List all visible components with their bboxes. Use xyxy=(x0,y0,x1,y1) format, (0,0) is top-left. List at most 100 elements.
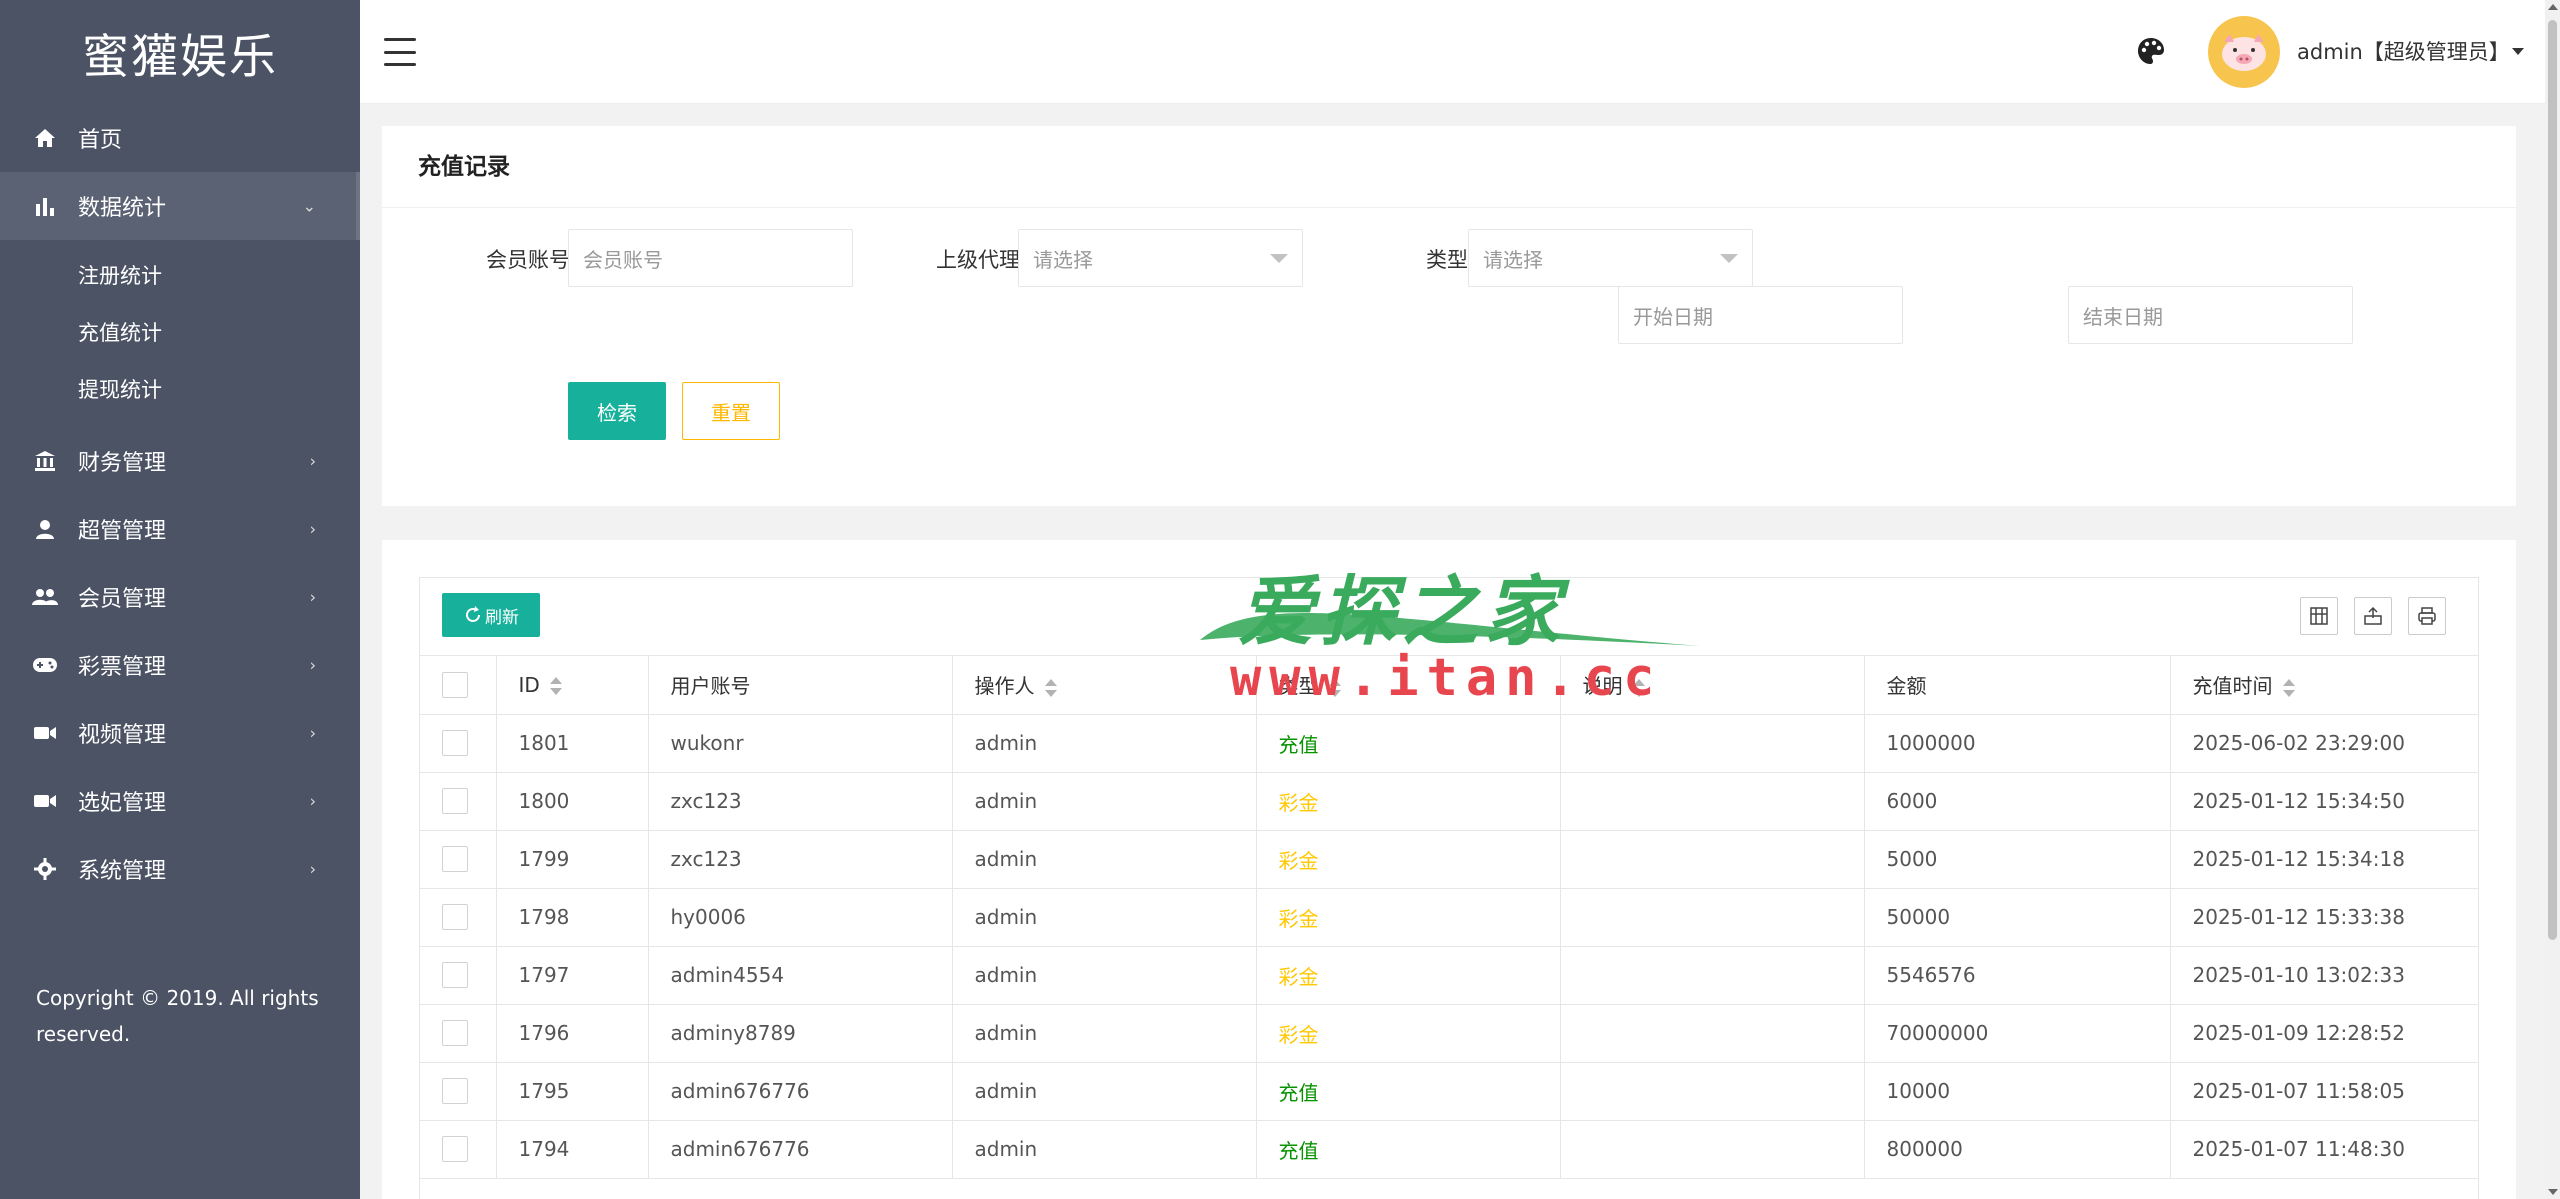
search-button[interactable]: 检索 xyxy=(568,382,666,440)
menu-toggle-icon[interactable] xyxy=(384,38,416,66)
records-table-card: 刷新 ID 用户账号 操作人 类型 说明 金额 充值时间 1801 wukonr… xyxy=(382,540,2516,1199)
table-row[interactable]: 1795 admin676776 admin 充值 10000 2025-01-07 11… xyxy=(420,1062,2478,1121)
col-operator[interactable]: 操作人 xyxy=(952,656,1257,715)
records-grid: ID 用户账号 操作人 类型 说明 金额 充值时间 1801 wukonr admi… xyxy=(420,656,2478,1179)
video-icon xyxy=(32,788,58,814)
sidebar-item-super-admin[interactable]: 超管管理 › xyxy=(0,495,360,563)
sidebar-subitem-withdraw-stats[interactable]: 提现统计 xyxy=(0,360,360,417)
sidebar-item-finance[interactable]: 财务管理 › xyxy=(0,427,360,495)
cell-type: 充值 xyxy=(1256,714,1561,773)
cell-id: 1795 xyxy=(496,1062,649,1121)
cell-note xyxy=(1560,888,1865,947)
table-row[interactable]: 1794 admin676776 admin 充值 800000 2025-01-07 1… xyxy=(420,1120,2478,1179)
scrollbar-thumb[interactable] xyxy=(2548,20,2557,940)
row-checkbox[interactable] xyxy=(442,846,468,873)
cell-account: admin4554 xyxy=(648,946,953,1005)
sidebar-subitem-register-stats[interactable]: 注册统计 xyxy=(0,246,360,303)
chevron-down-icon: ⌄ xyxy=(302,196,316,216)
cell-account: admin676776 xyxy=(648,1120,953,1179)
cell-note xyxy=(1560,772,1865,831)
cell-account: hy0006 xyxy=(648,888,953,947)
type-label: 类型 xyxy=(1426,248,1468,272)
agent-select[interactable]: 请选择 xyxy=(1018,229,1303,287)
sort-icon[interactable] xyxy=(549,676,562,696)
bar-chart-icon xyxy=(32,193,58,219)
print-icon[interactable] xyxy=(2408,597,2446,635)
table-row[interactable]: 1799 zxc123 admin 彩金 5000 2025-01-12 15:34:18 xyxy=(420,830,2478,889)
table-toolbar: 刷新 xyxy=(420,578,2478,656)
sidebar-submenu: 注册统计 充值统计 提现统计 xyxy=(0,240,360,427)
cell-time: 2025-01-12 15:34:50 xyxy=(2170,772,2478,831)
row-checkbox[interactable] xyxy=(442,1136,468,1163)
gamepad-icon xyxy=(32,652,58,678)
sidebar-item-label: 超管管理 xyxy=(78,519,167,544)
row-checkbox[interactable] xyxy=(442,730,468,757)
cell-id: 1794 xyxy=(496,1120,649,1179)
cell-operator: admin xyxy=(952,1062,1257,1121)
sort-icon[interactable] xyxy=(1632,678,1645,698)
row-checkbox[interactable] xyxy=(442,1078,468,1105)
col-id[interactable]: ID xyxy=(496,656,649,715)
cell-note xyxy=(1560,1062,1865,1121)
table-row[interactable]: 1796 adminy8789 admin 彩金 70000000 2025-01-09 … xyxy=(420,1004,2478,1063)
cell-time: 2025-06-02 23:29:00 xyxy=(2170,714,2478,773)
cell-operator: admin xyxy=(952,714,1257,773)
sort-icon[interactable] xyxy=(1328,678,1341,698)
cell-amount: 5546576 xyxy=(1864,946,2171,1005)
end-date-input[interactable]: 结束日期 xyxy=(2068,286,2353,344)
type-select[interactable]: 请选择 xyxy=(1468,229,1753,287)
row-checkbox[interactable] xyxy=(442,788,468,815)
sidebar-subitem-recharge-stats[interactable]: 充值统计 xyxy=(0,303,360,360)
select-all-checkbox[interactable] xyxy=(442,672,468,698)
refresh-button[interactable]: 刷新 xyxy=(442,593,540,637)
cell-note xyxy=(1560,714,1865,773)
sidebar-item-data-stats[interactable]: 数据统计 ⌄ xyxy=(0,172,360,240)
app-logo[interactable]: 蜜獾娱乐 xyxy=(0,0,360,104)
sidebar-item-lottery[interactable]: 彩票管理 › xyxy=(0,631,360,699)
sidebar-item-label: 财务管理 xyxy=(78,451,167,476)
col-time[interactable]: 充值时间 xyxy=(2170,656,2478,715)
sidebar-item-label: 首页 xyxy=(78,128,123,153)
reset-button[interactable]: 重置 xyxy=(682,382,780,440)
row-checkbox[interactable] xyxy=(442,1020,468,1047)
col-note[interactable]: 说明 xyxy=(1560,656,1865,715)
table-row[interactable]: 1798 hy0006 admin 彩金 50000 2025-01-12 15:33:3… xyxy=(420,888,2478,947)
columns-filter-icon[interactable] xyxy=(2300,597,2338,635)
vertical-scrollbar[interactable] xyxy=(2545,0,2560,1199)
cell-account: admin676776 xyxy=(648,1062,953,1121)
chevron-right-icon: › xyxy=(309,451,316,471)
cell-time: 2025-01-10 13:02:33 xyxy=(2170,946,2478,1005)
sidebar-item-video[interactable]: 视频管理 › xyxy=(0,699,360,767)
sort-icon[interactable] xyxy=(2282,678,2295,698)
table-header-row: ID 用户账号 操作人 类型 说明 金额 充值时间 xyxy=(420,656,2478,715)
row-checkbox[interactable] xyxy=(442,962,468,989)
avatar[interactable] xyxy=(2208,16,2280,88)
sort-icon[interactable] xyxy=(1044,678,1057,698)
member-label: 会员账号 xyxy=(486,248,570,272)
user-menu-label[interactable]: admin【超级管理员】 xyxy=(2297,36,2510,66)
member-account-input[interactable]: 会员账号 xyxy=(568,229,853,287)
sidebar-item-members[interactable]: 会员管理 › xyxy=(0,563,360,631)
table-row[interactable]: 1800 zxc123 admin 彩金 6000 2025-01-12 15:34:50 xyxy=(420,772,2478,831)
table-row[interactable]: 1801 wukonr admin 充值 1000000 2025-06-02 23:29… xyxy=(420,714,2478,773)
dropdown-arrow-icon xyxy=(1720,254,1738,263)
col-type[interactable]: 类型 xyxy=(1256,656,1561,715)
sidebar-item-system[interactable]: 系统管理 › xyxy=(0,835,360,903)
scroll-down-icon[interactable] xyxy=(2548,1189,2558,1195)
caret-down-icon[interactable] xyxy=(2512,48,2524,55)
cell-account: adminy8789 xyxy=(648,1004,953,1063)
cell-time: 2025-01-09 12:28:52 xyxy=(2170,1004,2478,1063)
table-row[interactable]: 1797 admin4554 admin 彩金 5546576 2025-01-10 13… xyxy=(420,946,2478,1005)
cell-id: 1800 xyxy=(496,772,649,831)
sidebar-item-home[interactable]: 首页 xyxy=(0,104,360,172)
cell-time: 2025-01-12 15:34:18 xyxy=(2170,830,2478,889)
palette-icon[interactable] xyxy=(2135,35,2167,67)
scroll-up-icon[interactable] xyxy=(2548,4,2558,10)
row-checkbox[interactable] xyxy=(442,904,468,931)
start-date-input[interactable]: 开始日期 xyxy=(1618,286,1903,344)
cell-time: 2025-01-12 15:33:38 xyxy=(2170,888,2478,947)
sidebar-item-selection[interactable]: 选妃管理 › xyxy=(0,767,360,835)
gear-icon xyxy=(32,856,58,882)
records-table: 刷新 ID 用户账号 操作人 类型 说明 金额 充值时间 1801 wukonr… xyxy=(419,577,2479,1199)
export-icon[interactable] xyxy=(2354,597,2392,635)
